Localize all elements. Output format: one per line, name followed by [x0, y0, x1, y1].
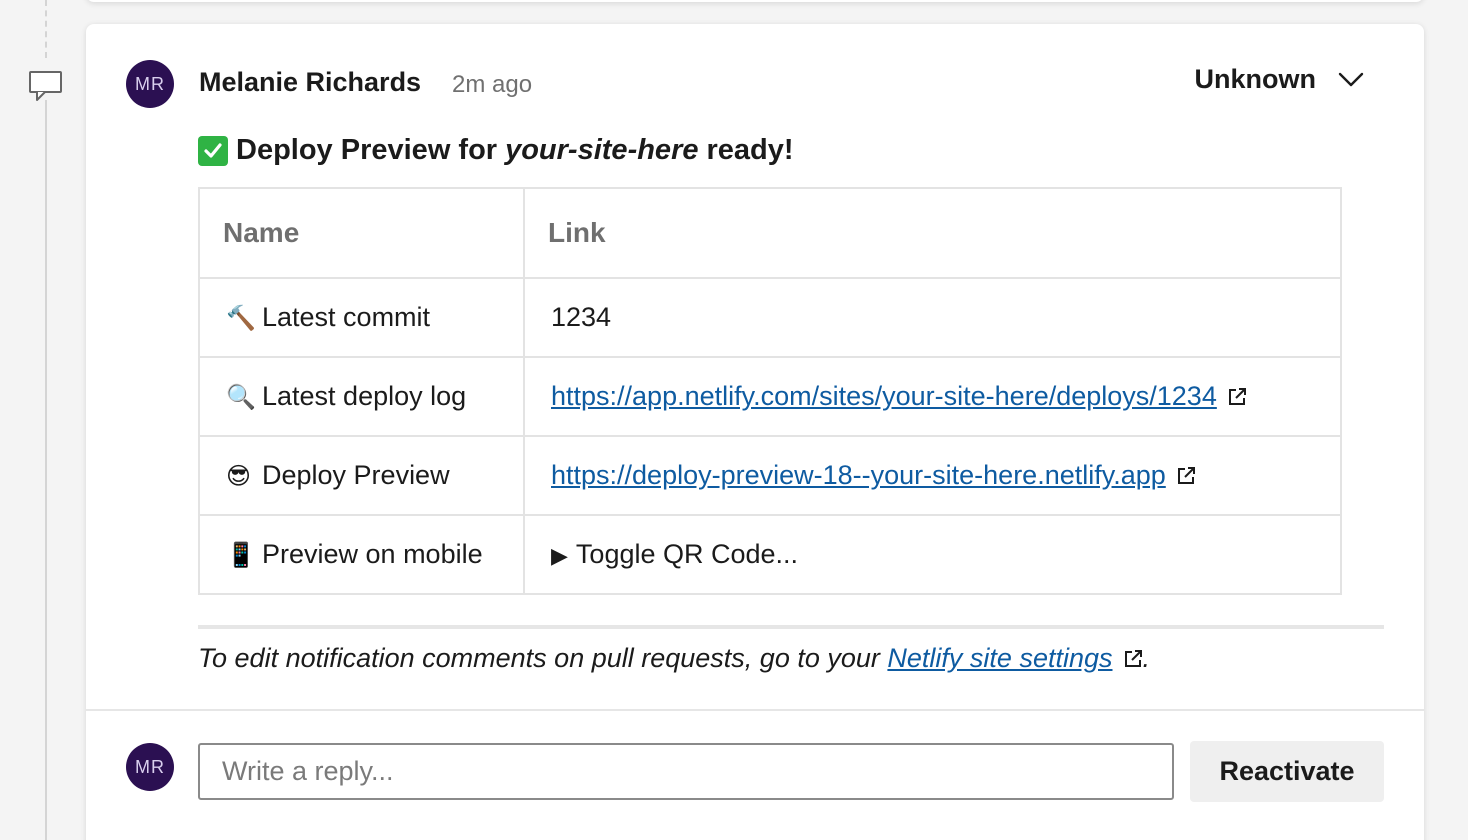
avatar: MR [126, 60, 174, 108]
thread-rail-dashed [45, 0, 47, 58]
reply-input[interactable] [198, 743, 1174, 800]
row-name-cell: 😎 Deploy Preview [198, 435, 525, 516]
table-header-row: Name Link [198, 187, 1342, 279]
comment-thread-icon[interactable] [29, 70, 63, 104]
row-name-cell: 📱 Preview on mobile [198, 514, 525, 595]
reply-avatar: MR [126, 743, 174, 791]
heading-prefix: Deploy Preview for [236, 134, 498, 166]
comment-timestamp: 2m ago [452, 71, 533, 98]
comment-card: MR Melanie Richards 2m ago Unknown Deplo… [86, 24, 1424, 840]
disclosure-triangle-icon: ▶ [551, 543, 568, 568]
external-link-icon [1228, 388, 1246, 405]
sunglasses-face-icon: 😎 [226, 463, 252, 490]
author-name: Melanie Richards [199, 67, 422, 97]
external-link-icon [1177, 467, 1195, 484]
magnifier-icon: 🔍 [226, 384, 256, 411]
row-label: Deploy Preview [262, 460, 450, 490]
footnote-text: To edit notification comments on pull re… [198, 643, 880, 673]
deploy-preview-link[interactable]: https://deploy-preview-18--your-site-her… [551, 460, 1166, 490]
row-name-cell: 🔍 Latest deploy log [198, 356, 525, 437]
table-header-link: Link [523, 187, 1342, 279]
row-label: Latest deploy log [262, 381, 467, 411]
row-label: Preview on mobile [262, 539, 483, 569]
table-row: 😎 Deploy Preview https://deploy-preview-1… [198, 435, 1342, 516]
thread-rail [45, 100, 47, 840]
qr-toggle[interactable]: ▶ Toggle QR Code... [523, 514, 1342, 595]
table-row: 🔍 Latest deploy log https://app.netlify.c… [198, 356, 1342, 437]
check-mark-icon [198, 135, 228, 166]
deploy-heading: Deploy Preview for your-site-here ready! [198, 134, 794, 167]
row-link-cell: https://deploy-preview-18--your-site-her… [523, 435, 1342, 516]
table-row: 🔨 Latest commit 1234 [198, 277, 1342, 358]
heading-suffix: ready! [706, 134, 794, 166]
deploy-log-link[interactable]: https://app.netlify.com/sites/your-site-… [551, 381, 1217, 411]
table-row: 📱 Preview on mobile ▶ Toggle QR Code... [198, 514, 1342, 595]
mobile-phone-icon: 📱 [226, 542, 256, 569]
row-link-cell: https://app.netlify.com/sites/your-site-… [523, 356, 1342, 437]
status-dropdown[interactable]: Unknown [1195, 64, 1365, 95]
reply-separator [86, 709, 1424, 711]
chevron-down-icon [1338, 72, 1364, 86]
heading-site-name: your-site-here [505, 134, 699, 166]
settings-footnote: To edit notification comments on pull re… [198, 643, 1150, 674]
row-name-cell: 🔨 Latest commit [198, 277, 525, 358]
deploy-links-table: Name Link 🔨 Latest commit 1234 🔍 Latest de… [198, 187, 1342, 595]
footnote-divider [198, 625, 1384, 629]
previous-comment-card [86, 0, 1424, 2]
hammer-icon: 🔨 [226, 305, 256, 332]
reactivate-button[interactable]: Reactivate [1190, 741, 1384, 802]
qr-toggle-label: Toggle QR Code... [575, 539, 799, 569]
netlify-settings-link[interactable]: Netlify site settings [887, 643, 1112, 673]
status-dropdown-label: Unknown [1194, 64, 1317, 94]
table-header-name: Name [198, 187, 525, 279]
external-link-icon [1124, 650, 1142, 667]
footnote-end: . [1142, 643, 1151, 673]
row-label: Latest commit [262, 302, 431, 332]
commit-value: 1234 [523, 277, 1342, 358]
